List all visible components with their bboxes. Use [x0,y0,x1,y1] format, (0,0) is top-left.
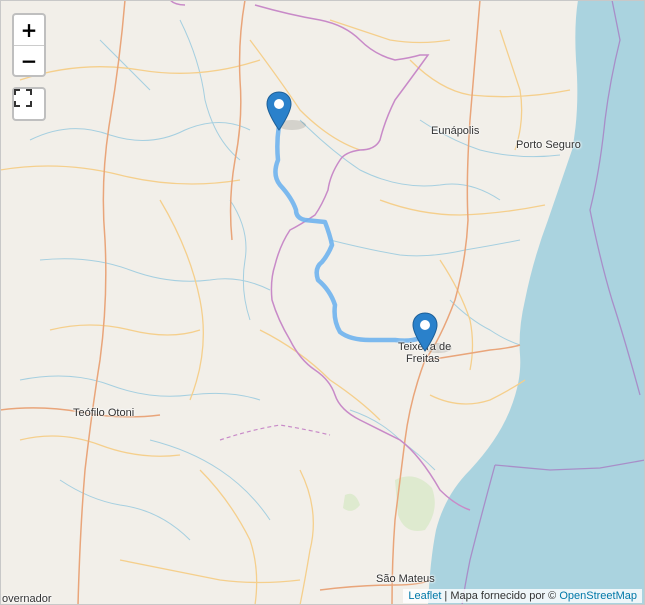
zoom-in-button[interactable]: + [14,15,44,45]
attribution: Leaflet | Mapa fornecido por © OpenStree… [403,589,642,603]
route-end-marker[interactable] [412,312,438,352]
map-canvas[interactable]: Eunápolis Porto Seguro Teixeira de Freit… [0,0,645,605]
place-label-governador: overnador [2,593,52,605]
fullscreen-button[interactable] [12,87,46,121]
place-label-eunapolis: Eunápolis [431,125,480,137]
openstreetmap-link[interactable]: OpenStreetMap [559,590,637,602]
map-pin-icon [412,312,438,352]
route-start-marker[interactable] [266,91,292,131]
zoom-control: + − [12,13,46,77]
attribution-text: | Mapa fornecido por © [441,590,560,602]
place-label-teixeira-line2: Freitas [406,353,440,365]
place-label-porto-seguro: Porto Seguro [516,139,581,151]
fullscreen-icon [14,89,32,107]
map-pin-icon [266,91,292,131]
leaflet-link[interactable]: Leaflet [408,590,441,602]
map-tiles [0,0,645,605]
place-label-teofilo-otoni: Teófilo Otoni [73,407,135,419]
zoom-out-button[interactable]: − [14,46,44,76]
place-label-sao-mateus: São Mateus [376,573,435,585]
